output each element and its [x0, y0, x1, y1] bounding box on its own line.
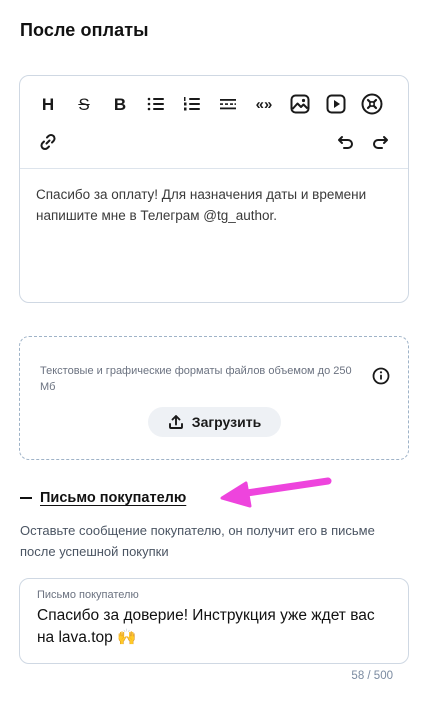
- heading-label: H: [41, 94, 55, 114]
- collapse-minus-icon: [20, 497, 32, 499]
- annotation-arrow: [220, 477, 332, 508]
- bold-button[interactable]: B: [108, 92, 132, 116]
- bullet-list-icon: [147, 97, 164, 111]
- strikethrough-button[interactable]: S: [72, 92, 96, 116]
- buyer-message-value[interactable]: Спасибо за доверие! Инструкция уже ждет …: [37, 605, 387, 649]
- no-embed-icon: [361, 93, 383, 115]
- link-icon: [40, 133, 56, 151]
- letter-section-title: Письмо покупателю: [40, 490, 187, 506]
- redo-icon: [373, 136, 388, 149]
- editor-content[interactable]: Спасибо за оплату! Для назначения даты и…: [36, 184, 392, 226]
- undo-icon: [338, 136, 353, 149]
- buyer-message-field[interactable]: Письмо покупателю Спасибо за доверие! Ин…: [19, 578, 409, 664]
- upload-button[interactable]: Загрузить: [148, 407, 281, 437]
- heading-button[interactable]: H: [36, 92, 60, 116]
- redo-button[interactable]: [368, 130, 392, 154]
- buyer-message-label: Письмо покупателю: [37, 589, 139, 601]
- file-upload-zone[interactable]: Текстовые и графические форматы файлов о…: [19, 336, 409, 460]
- bullet-list-button[interactable]: [144, 92, 168, 116]
- editor-toolbar: H S B «»: [20, 76, 408, 169]
- link-button[interactable]: [36, 130, 60, 154]
- undo-button[interactable]: [334, 130, 358, 154]
- video-button[interactable]: [324, 92, 348, 116]
- no-embed-button[interactable]: [360, 92, 384, 116]
- bold-label: B: [113, 94, 127, 114]
- quote-label: «»: [255, 95, 273, 113]
- rich-text-editor[interactable]: H S B «» Спасибо за оплату! Для назначен…: [19, 75, 409, 303]
- image-button[interactable]: [288, 92, 312, 116]
- divider-icon: [220, 99, 236, 110]
- letter-section-description: Оставьте сообщение покупателю, он получи…: [20, 523, 375, 559]
- letter-section-toggle[interactable]: Письмо покупателю: [20, 490, 186, 506]
- video-icon: [326, 94, 346, 114]
- upload-hint: Текстовые и графические форматы файлов о…: [40, 365, 352, 393]
- strike-label: S: [78, 94, 90, 114]
- quote-button[interactable]: «»: [252, 92, 276, 116]
- info-icon[interactable]: [372, 367, 390, 385]
- page-title: После оплаты: [20, 20, 149, 40]
- character-counter: 58 / 500: [351, 670, 393, 682]
- upload-icon: [168, 415, 183, 429]
- numbered-list-icon: [184, 97, 200, 111]
- divider-button[interactable]: [216, 92, 240, 116]
- upload-button-label: Загрузить: [191, 414, 262, 430]
- numbered-list-button[interactable]: [180, 92, 204, 116]
- image-icon: [290, 94, 310, 114]
